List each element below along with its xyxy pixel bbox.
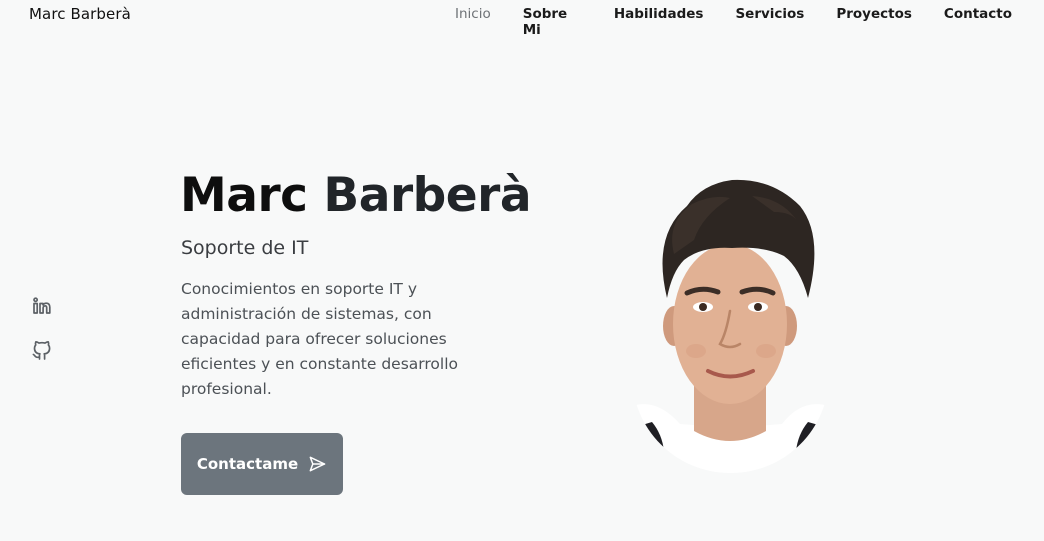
brand-logo[interactable]: Marc Barberà	[29, 5, 131, 23]
main-nav: Inicio Sobre Mi Habilidades Servicios Pr…	[455, 6, 1044, 38]
nav-link-sobre-mi[interactable]: Sobre Mi	[523, 6, 582, 38]
nav-link-contacto[interactable]: Contacto	[944, 6, 1012, 38]
nav-link-inicio[interactable]: Inicio	[455, 6, 491, 38]
hero-last-name: Barberà	[323, 168, 532, 223]
hero-description: Conocimientos en soporte IT y administra…	[181, 280, 458, 398]
top-header: Marc Barberà Inicio Sobre Mi Habilidades…	[0, 0, 1044, 38]
contact-button-label: Contactame	[196, 455, 299, 473]
nav-link-habilidades[interactable]: Habilidades	[614, 6, 704, 38]
nav-link-proyectos[interactable]: Proyectos	[836, 6, 912, 38]
nav-link-servicios[interactable]: Servicios	[735, 6, 804, 38]
hero-title: Marc Barberà	[180, 168, 532, 223]
contact-button[interactable]: Contactame	[181, 433, 343, 495]
send-icon	[309, 456, 326, 472]
hero-first-name: Marc	[180, 168, 308, 223]
social-links	[30, 294, 54, 362]
linkedin-icon[interactable]	[30, 294, 54, 318]
profile-photo	[632, 176, 829, 473]
github-icon[interactable]	[30, 338, 54, 362]
hero-subtitle: Soporte de IT	[181, 237, 309, 259]
